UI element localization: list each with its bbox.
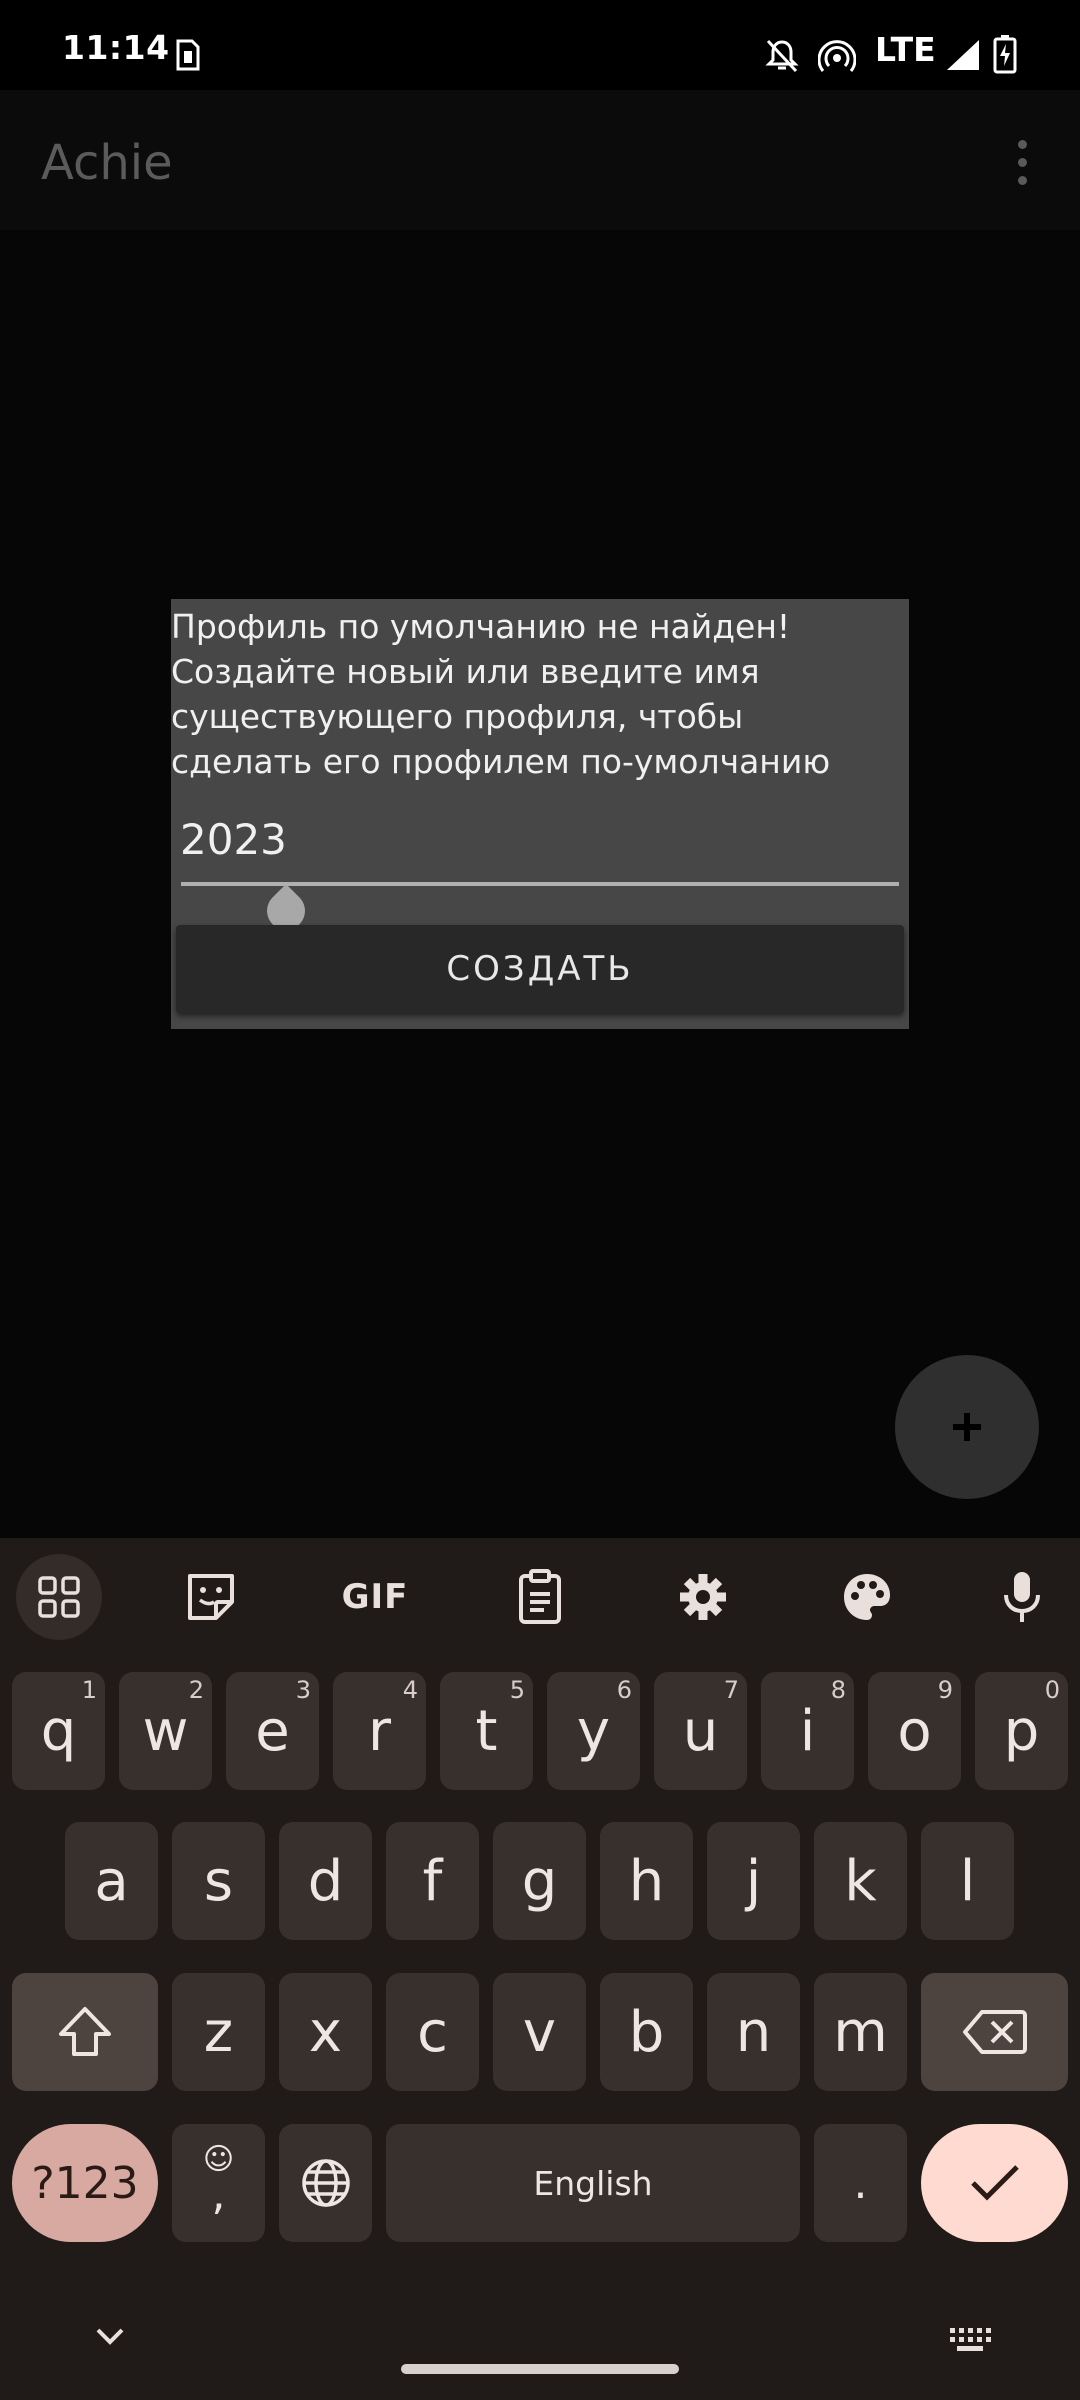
key-hint: 4 <box>402 1676 418 1704</box>
key-i[interactable]: i8 <box>761 1672 854 1790</box>
backspace-icon <box>962 2010 1027 2054</box>
key-label: e <box>255 1698 290 1764</box>
soft-keyboard <box>0 1538 1080 2400</box>
microphone-icon <box>1004 1572 1040 1622</box>
key-o[interactable]: o9 <box>868 1672 961 1790</box>
shift-icon <box>59 2007 111 2056</box>
key-hint: 0 <box>1044 1676 1060 1704</box>
key-y[interactable]: y6 <box>547 1672 640 1790</box>
palette-icon <box>844 1574 890 1620</box>
key-label: t <box>475 1698 498 1764</box>
space-key[interactable]: English <box>386 2124 800 2242</box>
key-label: u <box>682 1698 719 1764</box>
signal-icon <box>947 40 979 70</box>
key-t[interactable]: t5 <box>440 1672 533 1790</box>
emoji-comma-key[interactable]: ☺ , <box>172 2124 265 2242</box>
key-label: i <box>799 1698 816 1764</box>
status-bar: 11:14 LTE <box>0 0 1080 90</box>
key-label: p <box>1003 1698 1040 1764</box>
voice-input-button[interactable] <box>1000 1566 1044 1628</box>
backspace-key[interactable] <box>921 1973 1068 2091</box>
key-hint: 2 <box>188 1676 204 1704</box>
sim-card-icon <box>176 39 200 71</box>
key-s[interactable]: s <box>172 1822 265 1940</box>
key-label: y <box>576 1698 611 1764</box>
add-fab[interactable] <box>895 1355 1039 1499</box>
key-hint: 8 <box>830 1676 846 1704</box>
key-u[interactable]: u7 <box>654 1672 747 1790</box>
create-button[interactable]: СОЗДАТЬ <box>176 925 904 1013</box>
key-label: r <box>367 1698 392 1764</box>
comma-label: , <box>211 2169 226 2220</box>
key-hint: 6 <box>616 1676 632 1704</box>
key-d[interactable]: d <box>279 1822 372 1940</box>
hotspot-icon <box>818 40 856 72</box>
clipboard-icon <box>519 1569 561 1624</box>
keyboard-icon[interactable] <box>948 2326 992 2354</box>
status-time: 11:14 <box>62 28 170 67</box>
theme-button[interactable] <box>836 1566 898 1628</box>
chevron-down-icon[interactable] <box>94 2326 126 2348</box>
globe-icon <box>301 2159 350 2207</box>
gesture-nav-handle[interactable] <box>401 2364 679 2374</box>
apps-grid-button[interactable] <box>16 1554 102 1640</box>
key-x[interactable]: x <box>279 1973 372 2091</box>
settings-gear-icon <box>680 1574 726 1620</box>
key-v[interactable]: v <box>493 1973 586 2091</box>
key-hint: 1 <box>81 1676 97 1704</box>
apps-grid-icon <box>38 1576 80 1618</box>
language-key[interactable] <box>279 2124 372 2242</box>
key-r[interactable]: r4 <box>333 1672 426 1790</box>
gif-button[interactable]: GIF <box>335 1574 415 1620</box>
key-hint: 9 <box>937 1676 953 1704</box>
dialog-message: Профиль по умолчанию не найден! Создайте… <box>171 607 831 781</box>
key-label: o <box>897 1698 932 1764</box>
key-hint: 5 <box>509 1676 525 1704</box>
key-f[interactable]: f <box>386 1822 479 1940</box>
symbols-key[interactable]: ?123 <box>12 2124 158 2242</box>
battery-charging-icon <box>993 35 1017 74</box>
key-e[interactable]: e3 <box>226 1672 319 1790</box>
key-h[interactable]: h <box>600 1822 693 1940</box>
key-hint: 3 <box>295 1676 311 1704</box>
clipboard-button[interactable] <box>510 1566 570 1628</box>
key-l[interactable]: l <box>921 1822 1014 1940</box>
network-type: LTE <box>875 30 936 69</box>
plus-icon <box>953 1413 981 1441</box>
key-label: q <box>40 1698 77 1764</box>
key-a[interactable]: a <box>65 1822 158 1940</box>
key-z[interactable]: z <box>172 1973 265 2091</box>
checkmark-icon <box>970 2165 1019 2201</box>
sticker-button[interactable] <box>180 1566 242 1628</box>
enter-key[interactable] <box>921 2124 1068 2242</box>
key-k[interactable]: k <box>814 1822 907 1940</box>
key-q[interactable]: q1 <box>12 1672 105 1790</box>
more-vert-icon[interactable] <box>1010 140 1034 190</box>
key-p[interactable]: p0 <box>975 1672 1068 1790</box>
notifications-off-icon <box>765 39 799 73</box>
key-b[interactable]: b <box>600 1973 693 2091</box>
key-w[interactable]: w2 <box>119 1672 212 1790</box>
key-j[interactable]: j <box>707 1822 800 1940</box>
profile-name-input[interactable]: 2023 <box>180 815 287 864</box>
key-label: w <box>142 1698 189 1764</box>
key-hint: 7 <box>723 1676 739 1704</box>
app-title: Achie <box>41 135 173 191</box>
key-m[interactable]: m <box>814 1973 907 2091</box>
period-key[interactable]: . <box>814 2124 907 2242</box>
key-g[interactable]: g <box>493 1822 586 1940</box>
settings-button[interactable] <box>672 1566 734 1628</box>
shift-key[interactable] <box>12 1973 158 2091</box>
key-c[interactable]: c <box>386 1973 479 2091</box>
key-n[interactable]: n <box>707 1973 800 2091</box>
sticker-icon <box>188 1574 234 1620</box>
